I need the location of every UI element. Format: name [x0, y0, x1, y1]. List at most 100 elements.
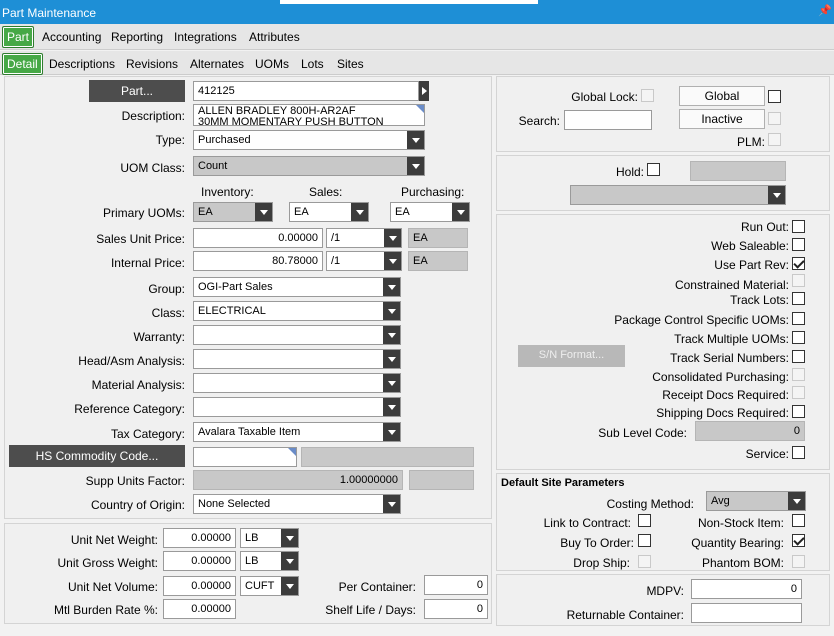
gross-weight-input[interactable]: 0.00000	[163, 551, 236, 571]
package-control-checkbox[interactable]	[792, 312, 805, 325]
type-combo[interactable]: Purchased	[193, 130, 425, 150]
inactive-checkbox[interactable]	[768, 112, 781, 125]
chevron-down-icon[interactable]	[281, 552, 298, 570]
track-multiple-uoms-checkbox[interactable]	[792, 331, 805, 344]
inventory-uom-combo[interactable]: EA	[193, 202, 273, 222]
chevron-down-icon[interactable]	[788, 492, 805, 510]
sn-format-button[interactable]: S/N Format...	[518, 345, 625, 367]
hs-commodity-code-input[interactable]	[193, 447, 297, 467]
chevron-down-icon[interactable]	[383, 302, 400, 320]
chevron-down-icon[interactable]	[383, 398, 400, 416]
burden-rate-input[interactable]: 0.00000	[163, 599, 236, 619]
chevron-down-icon[interactable]	[383, 495, 400, 513]
mdpv-input[interactable]: 0	[691, 579, 802, 599]
web-saleable-label: Web Saleable:	[711, 239, 789, 253]
inactive-button[interactable]: Inactive	[679, 109, 765, 129]
material-analysis-combo[interactable]	[193, 373, 401, 393]
country-of-origin-combo[interactable]: None Selected	[193, 494, 401, 514]
uom-class-combo[interactable]: Count	[193, 156, 425, 176]
chevron-down-icon[interactable]	[407, 157, 424, 175]
chevron-down-icon[interactable]	[383, 326, 400, 344]
net-volume-uom-combo[interactable]: CUFT	[240, 576, 299, 596]
reference-category-combo[interactable]	[193, 397, 401, 417]
search-input[interactable]	[564, 110, 652, 130]
part-button[interactable]: Part...	[89, 80, 185, 102]
net-volume-input[interactable]: 0.00000	[163, 576, 236, 596]
pin-icon[interactable]: 📌	[818, 4, 832, 17]
head-asm-combo[interactable]	[193, 349, 401, 369]
returnable-container-input[interactable]	[691, 603, 802, 623]
chevron-down-icon[interactable]	[383, 423, 400, 441]
top-scrollbar[interactable]	[280, 0, 538, 4]
service-checkbox[interactable]	[792, 446, 805, 459]
hs-commodity-code-button[interactable]: HS Commodity Code...	[9, 445, 185, 467]
link-to-contract-checkbox[interactable]	[638, 514, 651, 527]
net-weight-input[interactable]: 0.00000	[163, 528, 236, 548]
tab-accounting[interactable]: Accounting	[42, 30, 101, 44]
tax-category-combo[interactable]: Avalara Taxable Item	[193, 422, 401, 442]
tab-integrations[interactable]: Integrations	[174, 30, 237, 44]
part-number-input[interactable]: 412125	[193, 81, 419, 101]
warranty-combo[interactable]	[193, 325, 401, 345]
constrained-material-checkbox[interactable]	[792, 274, 805, 287]
chevron-down-icon[interactable]	[255, 203, 272, 221]
class-combo[interactable]: ELECTRICAL	[193, 301, 401, 321]
global-button[interactable]: Global	[679, 86, 765, 106]
global-checkbox[interactable]	[768, 90, 781, 103]
purchasing-uom-combo[interactable]: EA	[390, 202, 470, 222]
net-weight-uom-combo[interactable]: LB	[240, 528, 299, 548]
quantity-bearing-checkbox[interactable]	[792, 534, 805, 547]
chevron-down-icon[interactable]	[281, 577, 298, 595]
chevron-down-icon[interactable]	[351, 203, 368, 221]
sales-unit-price-input[interactable]: 0.00000	[193, 228, 323, 248]
phantom-bom-checkbox[interactable]	[792, 555, 805, 568]
global-lock-checkbox[interactable]	[641, 89, 654, 102]
track-serial-numbers-label: Track Serial Numbers:	[670, 351, 789, 365]
receipt-docs-checkbox[interactable]	[792, 386, 805, 399]
tab-sites[interactable]: Sites	[337, 57, 364, 71]
costing-method-combo[interactable]: Avg	[706, 491, 806, 511]
internal-price-input[interactable]: 80.78000	[193, 251, 323, 271]
use-part-rev-checkbox[interactable]	[792, 257, 805, 270]
track-lots-checkbox[interactable]	[792, 292, 805, 305]
chevron-down-icon[interactable]	[281, 529, 298, 547]
tab-revisions[interactable]: Revisions	[126, 57, 178, 71]
plm-checkbox[interactable]	[768, 133, 781, 146]
tab-lots[interactable]: Lots	[301, 57, 324, 71]
drop-ship-checkbox[interactable]	[638, 555, 651, 568]
tab-uoms[interactable]: UOMs	[255, 57, 289, 71]
tab-reporting[interactable]: Reporting	[111, 30, 163, 44]
chevron-down-icon[interactable]	[768, 186, 785, 204]
gross-weight-uom-combo[interactable]: LB	[240, 551, 299, 571]
non-stock-item-checkbox[interactable]	[792, 514, 805, 527]
buy-to-order-checkbox[interactable]	[638, 534, 651, 547]
hold-label: Hold:	[615, 165, 644, 179]
tab-alternates[interactable]: Alternates	[190, 57, 244, 71]
shelf-life-input[interactable]: 0	[424, 599, 488, 619]
shipping-docs-checkbox[interactable]	[792, 405, 805, 418]
tab-attributes[interactable]: Attributes	[249, 30, 300, 44]
sales-uom-combo[interactable]: EA	[289, 202, 369, 222]
per-container-input[interactable]: 0	[424, 575, 488, 595]
run-out-checkbox[interactable]	[792, 220, 805, 233]
chevron-down-icon[interactable]	[383, 350, 400, 368]
chevron-down-icon[interactable]	[407, 131, 424, 149]
chevron-down-icon[interactable]	[383, 374, 400, 392]
track-serial-numbers-checkbox[interactable]	[792, 350, 805, 363]
hold-checkbox[interactable]	[647, 163, 660, 176]
sales-per-combo[interactable]: /1	[326, 228, 402, 248]
chevron-down-icon[interactable]	[384, 229, 401, 247]
group-combo[interactable]: OGI-Part Sales	[193, 277, 401, 297]
hold-reason-combo[interactable]	[570, 185, 786, 205]
tab-part[interactable]: Part	[2, 26, 35, 48]
tab-detail[interactable]: Detail	[2, 53, 43, 75]
chevron-down-icon[interactable]	[383, 278, 400, 296]
web-saleable-checkbox[interactable]	[792, 238, 805, 251]
internal-per-combo[interactable]: /1	[326, 251, 402, 271]
chevron-down-icon[interactable]	[384, 252, 401, 270]
tab-descriptions[interactable]: Descriptions	[49, 57, 115, 71]
description-textarea[interactable]: ALLEN BRADLEY 800H-AR2AF 30MM MOMENTARY …	[193, 104, 425, 126]
chevron-down-icon[interactable]	[452, 203, 469, 221]
part-nav-arrow[interactable]	[419, 81, 429, 101]
consolidated-purchasing-checkbox[interactable]	[792, 368, 805, 381]
